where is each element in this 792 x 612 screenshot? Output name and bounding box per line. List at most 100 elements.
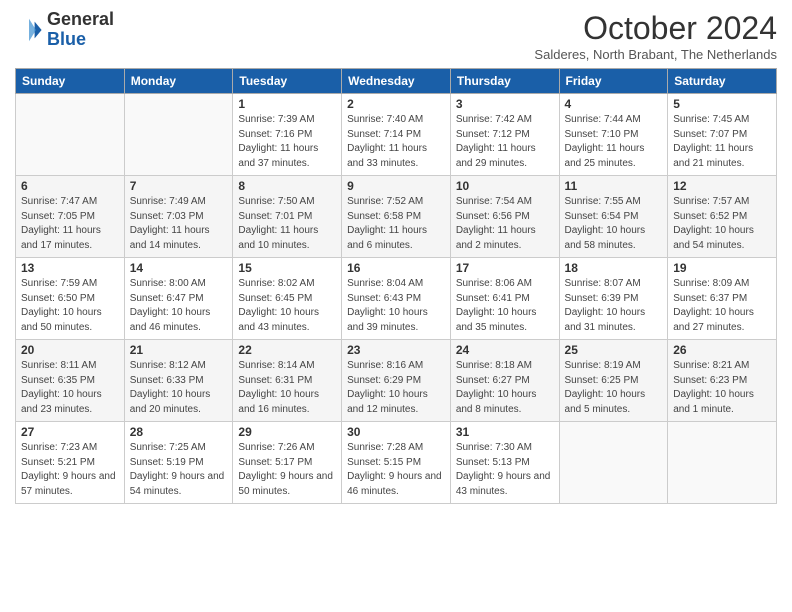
day-info: Sunrise: 8:02 AM Sunset: 6:45 PM Dayligh… bbox=[238, 277, 336, 335]
day-number: 9 bbox=[347, 179, 445, 193]
table-row: 10 Sunrise: 7:54 AM Sunset: 6:56 PM Dayli… bbox=[450, 176, 559, 258]
table-row bbox=[124, 94, 233, 176]
calendar-week-row: 20 Sunrise: 8:11 AM Sunset: 6:35 PM Dayli… bbox=[16, 340, 777, 422]
day-number: 31 bbox=[456, 425, 554, 439]
day-info: Sunrise: 7:26 AM Sunset: 5:17 PM Dayligh… bbox=[238, 441, 336, 499]
table-row bbox=[559, 422, 668, 504]
table-row: 20 Sunrise: 8:11 AM Sunset: 6:35 PM Dayli… bbox=[16, 340, 125, 422]
table-row: 11 Sunrise: 7:55 AM Sunset: 6:54 PM Dayli… bbox=[559, 176, 668, 258]
day-number: 7 bbox=[130, 179, 228, 193]
month-title: October 2024 bbox=[534, 10, 777, 47]
calendar-week-row: 13Sunrise: 7:59 AM Sunset: 6:50 PM Dayli… bbox=[16, 258, 777, 340]
day-number: 2 bbox=[347, 97, 445, 111]
table-row: 4 Sunrise: 7:44 AM Sunset: 7:10 PM Daylig… bbox=[559, 94, 668, 176]
table-row: 19Sunrise: 8:09 AM Sunset: 6:37 PM Dayli… bbox=[668, 258, 777, 340]
day-info: Sunrise: 7:39 AM Sunset: 7:16 PM Dayligh… bbox=[238, 113, 336, 171]
days-header-row: Sunday Monday Tuesday Wednesday Thursday… bbox=[16, 69, 777, 94]
header-friday: Friday bbox=[559, 69, 668, 94]
table-row: 18 Sunrise: 8:07 AM Sunset: 6:39 PM Dayli… bbox=[559, 258, 668, 340]
day-info: Sunrise: 7:54 AM Sunset: 6:56 PM Dayligh… bbox=[456, 195, 554, 253]
day-info: Sunrise: 8:11 AM Sunset: 6:35 PM Dayligh… bbox=[21, 359, 119, 417]
day-number: 22 bbox=[238, 343, 336, 357]
day-info: Sunrise: 7:30 AM Sunset: 5:13 PM Dayligh… bbox=[456, 441, 554, 499]
day-info: Sunrise: 7:42 AM Sunset: 7:12 PM Dayligh… bbox=[456, 113, 554, 171]
table-row: 8 Sunrise: 7:50 AM Sunset: 7:01 PM Daylig… bbox=[233, 176, 342, 258]
day-number: 27 bbox=[21, 425, 119, 439]
day-number: 14 bbox=[130, 261, 228, 275]
day-number: 24 bbox=[456, 343, 554, 357]
day-info: Sunrise: 7:40 AM Sunset: 7:14 PM Dayligh… bbox=[347, 113, 445, 171]
table-row: 24Sunrise: 8:18 AM Sunset: 6:27 PM Dayli… bbox=[450, 340, 559, 422]
day-number: 23 bbox=[347, 343, 445, 357]
table-row: 21Sunrise: 8:12 AM Sunset: 6:33 PM Dayli… bbox=[124, 340, 233, 422]
day-number: 28 bbox=[130, 425, 228, 439]
day-number: 5 bbox=[673, 97, 771, 111]
day-info: Sunrise: 8:09 AM Sunset: 6:37 PM Dayligh… bbox=[673, 277, 771, 335]
day-info: Sunrise: 7:59 AM Sunset: 6:50 PM Dayligh… bbox=[21, 277, 119, 335]
day-info: Sunrise: 7:47 AM Sunset: 7:05 PM Dayligh… bbox=[21, 195, 119, 253]
table-row: 16 Sunrise: 8:04 AM Sunset: 6:43 PM Dayli… bbox=[342, 258, 451, 340]
day-info: Sunrise: 7:44 AM Sunset: 7:10 PM Dayligh… bbox=[565, 113, 663, 171]
table-row: 3 Sunrise: 7:42 AM Sunset: 7:12 PM Daylig… bbox=[450, 94, 559, 176]
day-info: Sunrise: 8:07 AM Sunset: 6:39 PM Dayligh… bbox=[565, 277, 663, 335]
day-info: Sunrise: 7:50 AM Sunset: 7:01 PM Dayligh… bbox=[238, 195, 336, 253]
table-row: 15 Sunrise: 8:02 AM Sunset: 6:45 PM Dayli… bbox=[233, 258, 342, 340]
header-tuesday: Tuesday bbox=[233, 69, 342, 94]
table-row: 27 Sunrise: 7:23 AM Sunset: 5:21 PM Dayli… bbox=[16, 422, 125, 504]
day-number: 29 bbox=[238, 425, 336, 439]
calendar-week-row: 1Sunrise: 7:39 AM Sunset: 7:16 PM Daylig… bbox=[16, 94, 777, 176]
calendar-week-row: 6Sunrise: 7:47 AM Sunset: 7:05 PM Daylig… bbox=[16, 176, 777, 258]
table-row: 25Sunrise: 8:19 AM Sunset: 6:25 PM Dayli… bbox=[559, 340, 668, 422]
day-info: Sunrise: 7:52 AM Sunset: 6:58 PM Dayligh… bbox=[347, 195, 445, 253]
day-info: Sunrise: 7:45 AM Sunset: 7:07 PM Dayligh… bbox=[673, 113, 771, 171]
table-row: 31 Sunrise: 7:30 AM Sunset: 5:13 PM Dayli… bbox=[450, 422, 559, 504]
day-number: 18 bbox=[565, 261, 663, 275]
table-row: 28Sunrise: 7:25 AM Sunset: 5:19 PM Dayli… bbox=[124, 422, 233, 504]
day-number: 25 bbox=[565, 343, 663, 357]
day-info: Sunrise: 7:28 AM Sunset: 5:15 PM Dayligh… bbox=[347, 441, 445, 499]
day-number: 16 bbox=[347, 261, 445, 275]
table-row: 22Sunrise: 8:14 AM Sunset: 6:31 PM Dayli… bbox=[233, 340, 342, 422]
day-number: 8 bbox=[238, 179, 336, 193]
table-row: 6Sunrise: 7:47 AM Sunset: 7:05 PM Daylig… bbox=[16, 176, 125, 258]
table-row bbox=[16, 94, 125, 176]
table-row: 14 Sunrise: 8:00 AM Sunset: 6:47 PM Dayli… bbox=[124, 258, 233, 340]
day-info: Sunrise: 7:49 AM Sunset: 7:03 PM Dayligh… bbox=[130, 195, 228, 253]
day-info: Sunrise: 7:55 AM Sunset: 6:54 PM Dayligh… bbox=[565, 195, 663, 253]
table-row: 5 Sunrise: 7:45 AM Sunset: 7:07 PM Daylig… bbox=[668, 94, 777, 176]
day-info: Sunrise: 8:21 AM Sunset: 6:23 PM Dayligh… bbox=[673, 359, 771, 417]
day-info: Sunrise: 8:00 AM Sunset: 6:47 PM Dayligh… bbox=[130, 277, 228, 335]
day-number: 17 bbox=[456, 261, 554, 275]
day-number: 3 bbox=[456, 97, 554, 111]
day-info: Sunrise: 7:23 AM Sunset: 5:21 PM Dayligh… bbox=[21, 441, 119, 499]
header-sunday: Sunday bbox=[16, 69, 125, 94]
calendar-table: Sunday Monday Tuesday Wednesday Thursday… bbox=[15, 68, 777, 504]
logo-icon bbox=[15, 16, 43, 44]
table-row: 12Sunrise: 7:57 AM Sunset: 6:52 PM Dayli… bbox=[668, 176, 777, 258]
table-row: 30 Sunrise: 7:28 AM Sunset: 5:15 PM Dayli… bbox=[342, 422, 451, 504]
table-row: 23Sunrise: 8:16 AM Sunset: 6:29 PM Dayli… bbox=[342, 340, 451, 422]
calendar-week-row: 27 Sunrise: 7:23 AM Sunset: 5:21 PM Dayli… bbox=[16, 422, 777, 504]
location-subtitle: Salderes, North Brabant, The Netherlands bbox=[534, 47, 777, 62]
day-number: 10 bbox=[456, 179, 554, 193]
header-thursday: Thursday bbox=[450, 69, 559, 94]
table-row: 29 Sunrise: 7:26 AM Sunset: 5:17 PM Dayli… bbox=[233, 422, 342, 504]
table-row: 2 Sunrise: 7:40 AM Sunset: 7:14 PM Daylig… bbox=[342, 94, 451, 176]
header: General Blue October 2024 Salderes, Nort… bbox=[15, 10, 777, 62]
header-wednesday: Wednesday bbox=[342, 69, 451, 94]
day-number: 20 bbox=[21, 343, 119, 357]
day-number: 30 bbox=[347, 425, 445, 439]
day-number: 15 bbox=[238, 261, 336, 275]
day-number: 21 bbox=[130, 343, 228, 357]
title-block: October 2024 Salderes, North Brabant, Th… bbox=[534, 10, 777, 62]
day-info: Sunrise: 7:57 AM Sunset: 6:52 PM Dayligh… bbox=[673, 195, 771, 253]
table-row: 17 Sunrise: 8:06 AM Sunset: 6:41 PM Dayli… bbox=[450, 258, 559, 340]
header-saturday: Saturday bbox=[668, 69, 777, 94]
day-number: 11 bbox=[565, 179, 663, 193]
day-info: Sunrise: 8:06 AM Sunset: 6:41 PM Dayligh… bbox=[456, 277, 554, 335]
page: General Blue October 2024 Salderes, Nort… bbox=[0, 0, 792, 514]
day-number: 4 bbox=[565, 97, 663, 111]
table-row: 9 Sunrise: 7:52 AM Sunset: 6:58 PM Daylig… bbox=[342, 176, 451, 258]
table-row: 26Sunrise: 8:21 AM Sunset: 6:23 PM Dayli… bbox=[668, 340, 777, 422]
day-info: Sunrise: 8:04 AM Sunset: 6:43 PM Dayligh… bbox=[347, 277, 445, 335]
